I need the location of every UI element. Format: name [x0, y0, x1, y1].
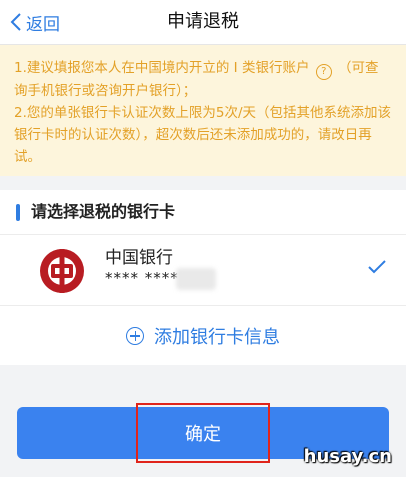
add-bank-card-button[interactable]: 添加银行卡信息 — [0, 306, 406, 365]
section-header: 请选择退税的银行卡 — [0, 190, 406, 235]
help-icon[interactable]: ? — [315, 64, 332, 80]
section-title: 请选择退税的银行卡 — [31, 202, 176, 221]
card-number: **** **** — [105, 269, 179, 287]
checkmark-icon — [368, 260, 386, 274]
notice-line-1a: 1.建议填报您本人在中国境内开立的 I 类银行账户 — [14, 60, 310, 76]
add-bank-card-label: 添加银行卡信息 — [154, 326, 280, 348]
bank-card-item[interactable]: 中国银行 **** **** — [0, 235, 406, 306]
bank-of-china-logo-icon — [40, 249, 84, 293]
bank-name: 中国银行 — [105, 248, 173, 268]
watermark: husay.cn — [303, 446, 392, 467]
top-nav-bar: 返回 申请退税 — [0, 0, 406, 45]
plus-circle-icon — [126, 326, 144, 345]
section-accent-bar — [16, 204, 20, 221]
page-title: 申请退税 — [167, 11, 239, 32]
notice-item-1: 1.建议填报您本人在中国境内开立的 I 类银行账户 ? （可查询手机银行或咨询开… — [14, 57, 392, 102]
redacted-blur — [176, 268, 216, 290]
bank-card-section: 请选择退税的银行卡 中国银行 **** **** 添加银行卡信息 — [0, 190, 406, 365]
notice-item-2: 2.您的单张银行卡认证次数上限为5次/天（包括其他系统添加该银行卡时的认证次数）… — [14, 105, 392, 165]
notice-box: 1.建议填报您本人在中国境内开立的 I 类银行账户 ? （可查询手机银行或咨询开… — [0, 45, 406, 176]
